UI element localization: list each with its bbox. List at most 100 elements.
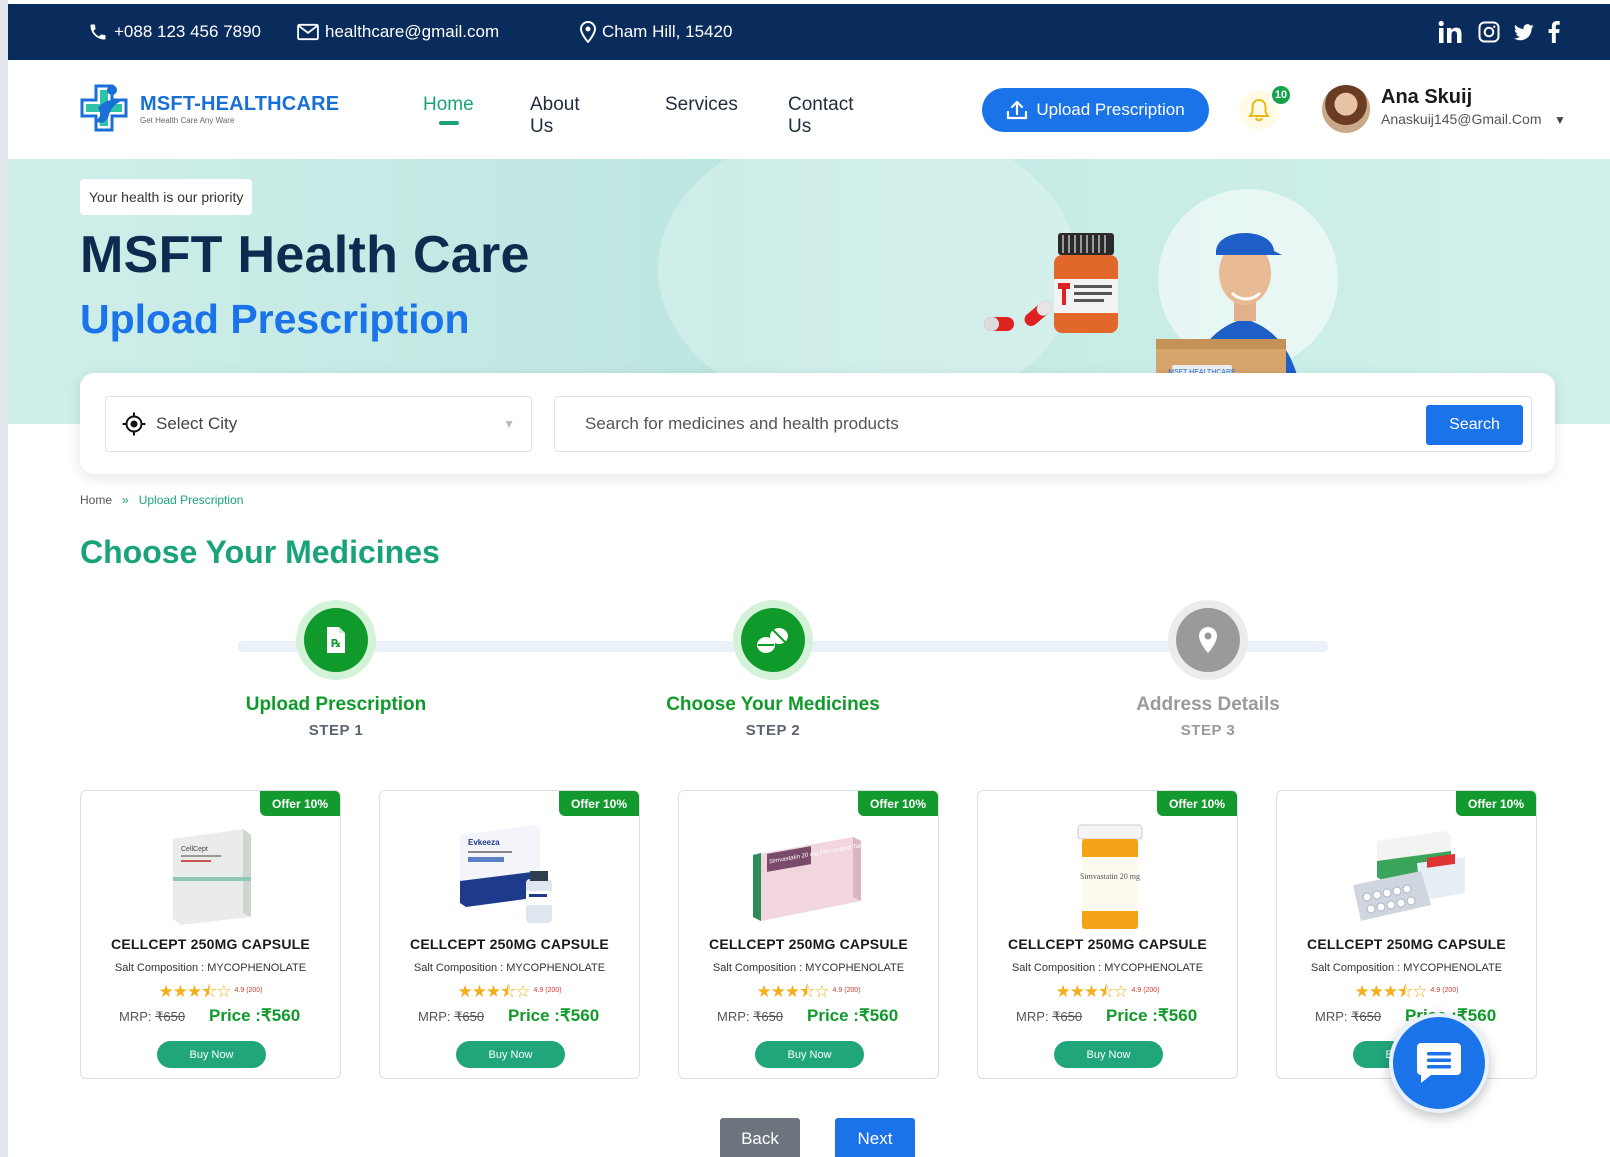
- product-name: CELLCEPT 250MG CAPSULE: [1307, 936, 1506, 952]
- price: Price :₹560: [508, 1006, 600, 1025]
- mrp-value: ₹650: [1351, 1009, 1382, 1024]
- user-email[interactable]: Anaskuij145@Gmail.Com: [1381, 111, 1542, 127]
- breadcrumb-current: Upload Prescription: [138, 493, 244, 507]
- step-address-details: Address Details STEP 3: [1058, 600, 1358, 750]
- nav-services[interactable]: Services: [665, 94, 738, 116]
- mrp: MRP: ₹650: [418, 1009, 485, 1024]
- prescription-file-icon: ℞: [327, 627, 345, 653]
- product-name: CELLCEPT 250MG CAPSULE: [111, 936, 310, 952]
- brand-logo[interactable]: MSFT-HEALTHCARE Get Health Care Any Ware: [78, 80, 339, 138]
- brand-name: MSFT-HEALTHCARE: [140, 93, 340, 115]
- salt-composition: Salt Composition : MYCOPHENOLATE: [1011, 962, 1204, 974]
- mail-icon: [297, 23, 319, 41]
- mrp-value: ₹650: [454, 1009, 485, 1024]
- offer-badge: Offer 10%: [858, 791, 938, 816]
- back-button[interactable]: Back: [720, 1118, 800, 1157]
- product-name: CELLCEPT 250MG CAPSULE: [1008, 936, 1207, 952]
- location-pin-icon: [580, 21, 596, 43]
- product-card[interactable]: Offer 10% Simvastatin 20 mg CELLCEPT 250…: [977, 790, 1238, 1079]
- step-1-number: STEP 1: [308, 722, 364, 739]
- step-2-label: Choose Your Medicines: [666, 694, 880, 715]
- rating-stars: ★★★⯪☆ 4.9 (200): [158, 982, 263, 1001]
- buy-now-button[interactable]: Buy Now: [456, 1041, 565, 1068]
- search-box: Search: [554, 396, 1532, 452]
- email-contact[interactable]: healthcare@gmail.com: [297, 4, 499, 60]
- dropdown-caret-icon: ▼: [503, 417, 515, 431]
- mrp: MRP: ₹650: [1016, 1009, 1083, 1024]
- mrp-value: ₹650: [155, 1009, 186, 1024]
- rating-count: 4.9 (200): [1131, 987, 1160, 994]
- svg-text:℞: ℞: [331, 637, 341, 650]
- buy-now-button[interactable]: Buy Now: [157, 1041, 266, 1068]
- mrp: MRP: ₹650: [1315, 1009, 1382, 1024]
- mrp: MRP: ₹650: [119, 1009, 186, 1024]
- page-title: Choose Your Medicines: [80, 534, 440, 570]
- search-button[interactable]: Search: [1426, 405, 1523, 445]
- main-header: MSFT-HEALTHCARE Get Health Care Any Ware…: [8, 60, 1610, 159]
- step-3-number: STEP 3: [1180, 722, 1236, 739]
- location-text: Cham Hill, 15420: [602, 22, 733, 41]
- step-2-circle: [733, 600, 813, 680]
- healthcare-logo-icon: [80, 84, 128, 132]
- offer-badge: Offer 10%: [1456, 791, 1536, 816]
- breadcrumb-home[interactable]: Home: [80, 493, 112, 507]
- email-address: healthcare@gmail.com: [325, 22, 500, 41]
- cellcept-box-image: CellCept: [172, 829, 251, 925]
- user-name[interactable]: Ana Skuij: [1381, 86, 1472, 109]
- price: Price :₹560: [209, 1006, 301, 1025]
- city-select[interactable]: Select City ▼: [105, 396, 532, 452]
- city-select-placeholder: Select City: [156, 414, 238, 433]
- rating-count: 4.9 (200): [1430, 987, 1459, 994]
- product-card[interactable]: Offer 10% Simvastatin 20 mg Film-coated …: [678, 790, 939, 1079]
- location-contact: Cham Hill, 15420: [580, 4, 732, 60]
- map-pin-icon: [1199, 627, 1217, 653]
- evkeeza-box-image: Evkeeza: [459, 825, 552, 923]
- salt-composition: Salt Composition : MYCOPHENOLATE: [712, 962, 905, 974]
- hero-title: MSFT Health Care: [80, 226, 530, 284]
- phone-number: +088 123 456 7890: [114, 22, 262, 41]
- salt-composition: Salt Composition : MYCOPHENOLATE: [413, 962, 606, 974]
- window-edge: [0, 0, 8, 1157]
- nav-contact-us[interactable]: Contact Us: [788, 94, 853, 138]
- nav-active-indicator: [439, 121, 459, 125]
- cellcept-box-label: CellCept: [181, 846, 208, 853]
- upload-prescription-button[interactable]: Upload Prescription: [982, 88, 1209, 132]
- user-avatar[interactable]: [1322, 85, 1370, 133]
- pills-icon: [757, 628, 788, 653]
- medicine-search-input[interactable]: [556, 398, 1416, 450]
- brand-tagline: Get Health Care Any Ware: [140, 116, 235, 125]
- rating-count: 4.9 (200): [234, 987, 263, 994]
- salt-composition: Salt Composition : MYCOPHENOLATE: [114, 962, 307, 974]
- salt-composition: Salt Composition : MYCOPHENOLATE: [1310, 962, 1503, 974]
- product-card[interactable]: Offer 10% Evkeeza CELLCEPT 250MG CAPSULE…: [379, 790, 640, 1079]
- price: Price :₹560: [1106, 1006, 1198, 1025]
- user-menu-caret-icon[interactable]: ▼: [1554, 113, 1566, 127]
- product-card[interactable]: Offer 10% CellCept CELLCEPT 250MG CAPSUL…: [80, 790, 341, 1079]
- nav-home[interactable]: Home: [423, 94, 474, 116]
- price: Price :₹560: [807, 1006, 899, 1025]
- bottle-label: Simvastatin 20 mg: [1080, 872, 1140, 881]
- instagram-icon[interactable]: [1478, 21, 1500, 43]
- rating-stars: ★★★⯪☆ 4.9 (200): [1354, 982, 1459, 1001]
- linkedin-icon[interactable]: [1438, 20, 1464, 44]
- blister-pack-image: [1352, 831, 1465, 921]
- chat-button[interactable]: [1389, 1013, 1489, 1113]
- product-name: CELLCEPT 250MG CAPSULE: [410, 936, 609, 952]
- simvastatin-box-image: Simvastatin 20 mg Film-coated Tablets: [752, 837, 869, 921]
- upload-button-label: Upload Prescription: [1036, 100, 1185, 119]
- mrp-value: ₹650: [1052, 1009, 1083, 1024]
- buy-now-button[interactable]: Buy Now: [1054, 1041, 1163, 1068]
- facebook-icon[interactable]: [1548, 21, 1560, 43]
- phone-contact[interactable]: +088 123 456 7890: [88, 4, 261, 60]
- rating-count: 4.9 (200): [832, 987, 861, 994]
- nav-about-us[interactable]: About Us: [530, 94, 580, 138]
- offer-badge: Offer 10%: [260, 791, 340, 816]
- offer-badge: Offer 10%: [559, 791, 639, 816]
- product-name: CELLCEPT 250MG CAPSULE: [709, 936, 908, 952]
- step-3-circle: [1168, 600, 1248, 680]
- twitter-icon[interactable]: [1514, 23, 1534, 41]
- social-links: [1438, 4, 1560, 60]
- buy-now-button[interactable]: Buy Now: [755, 1041, 864, 1068]
- crosshair-location-icon: [122, 412, 146, 436]
- next-button[interactable]: Next: [835, 1118, 915, 1157]
